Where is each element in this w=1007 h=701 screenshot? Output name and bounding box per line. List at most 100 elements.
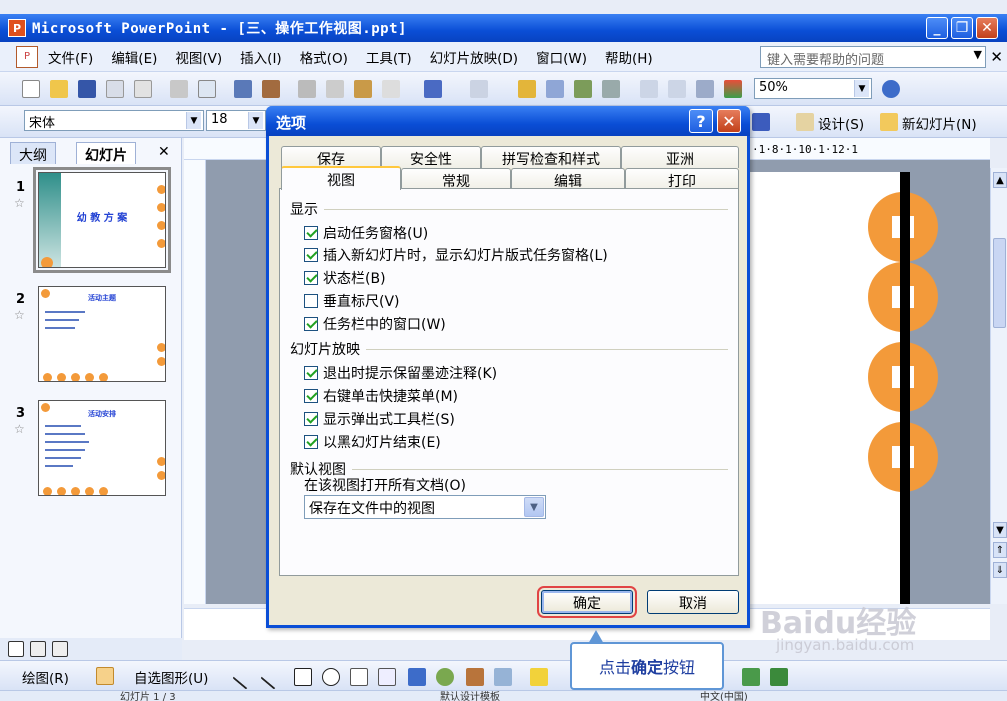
arrow-icon[interactable] xyxy=(260,664,286,690)
chevron-down-icon[interactable]: ▼ xyxy=(186,112,201,129)
option-vertical-ruler[interactable]: 垂直标尺(V) xyxy=(304,291,400,311)
redo-icon[interactable] xyxy=(470,80,488,98)
undo-icon[interactable] xyxy=(424,80,442,98)
chevron-down-icon[interactable]: ▼ xyxy=(524,497,544,517)
new-file-icon[interactable] xyxy=(22,80,40,98)
copy-icon[interactable] xyxy=(326,80,344,98)
insert-hyperlink-icon[interactable] xyxy=(602,80,620,98)
design-button[interactable]: 设计(S) xyxy=(818,113,864,133)
tab-asian[interactable]: 亚洲 xyxy=(621,146,739,168)
close-document-icon[interactable]: ✕ xyxy=(990,48,1003,66)
option-right-click-menu[interactable]: 右键单击快捷菜单(M) xyxy=(304,386,458,406)
font-select[interactable]: 宋体 ▼ xyxy=(24,110,204,131)
open-folder-icon[interactable] xyxy=(50,80,68,98)
shadow-style-icon[interactable] xyxy=(742,668,760,686)
select-pointer-icon[interactable] xyxy=(96,667,114,685)
chevron-down-icon[interactable]: ▼ xyxy=(854,80,869,97)
vertical-textbox-icon[interactable] xyxy=(378,668,396,686)
tab-edit[interactable]: 编辑 xyxy=(511,168,625,190)
option-popup-toolbar[interactable]: 显示弹出式工具栏(S) xyxy=(304,409,455,429)
option-startup-task-pane[interactable]: 启动任务窗格(U) xyxy=(304,223,428,243)
insert-table-icon[interactable] xyxy=(546,80,564,98)
dialog-title-bar[interactable]: 选项 xyxy=(266,106,750,136)
vertical-scrollbar[interactable]: ▲ ▼ ⇑ ⇓ xyxy=(990,168,1007,604)
window-title-bar[interactable]: P Microsoft PowerPoint - [三、操作工作视图.ppt] … xyxy=(0,14,1007,42)
scroll-up-icon[interactable]: ▲ xyxy=(993,172,1007,188)
grid-icon[interactable] xyxy=(696,80,714,98)
format-painter-icon[interactable] xyxy=(382,80,400,98)
menu-window[interactable]: 窗口(W) xyxy=(536,47,587,67)
autoshapes-menu-button[interactable]: 自选图形(U) xyxy=(134,667,208,687)
save-icon[interactable] xyxy=(78,80,96,98)
insert-chart-icon[interactable] xyxy=(518,80,536,98)
ok-button[interactable]: 确定 xyxy=(537,586,637,618)
checkbox-checked[interactable] xyxy=(304,412,318,426)
next-slide-icon[interactable]: ⇓ xyxy=(993,562,1007,578)
color-grayscale-icon[interactable] xyxy=(724,80,742,98)
help-search-input[interactable]: 键入需要帮助的问题 ▼ xyxy=(760,46,986,68)
slide-thumbnail-3[interactable]: 活动安排 xyxy=(38,400,166,496)
checkbox-checked[interactable] xyxy=(304,317,318,331)
menu-insert[interactable]: 插入(I) xyxy=(240,47,282,67)
scroll-thumb[interactable] xyxy=(993,238,1006,328)
checkbox-unchecked[interactable] xyxy=(304,294,318,308)
tab-general[interactable]: 常规 xyxy=(401,168,511,190)
cut-icon[interactable] xyxy=(298,80,316,98)
dialog-close-button[interactable]: ✕ xyxy=(717,109,741,133)
slideshow-view-icon[interactable] xyxy=(52,641,68,657)
restore-button[interactable]: ❐ xyxy=(951,17,973,39)
powerpoint-app-icon[interactable]: P xyxy=(8,19,26,37)
email-icon[interactable] xyxy=(134,80,152,98)
scroll-down-icon[interactable]: ▼ xyxy=(993,522,1007,538)
checkbox-checked[interactable] xyxy=(304,366,318,380)
option-slide-layout-task-pane[interactable]: 插入新幻灯片时，显示幻灯片版式任务窗格(L) xyxy=(304,245,608,265)
close-window-button[interactable]: ✕ xyxy=(976,17,998,39)
menu-view[interactable]: 视图(V) xyxy=(175,47,222,67)
menu-tools[interactable]: 工具(T) xyxy=(366,47,412,67)
chevron-down-icon[interactable]: ▼ xyxy=(248,112,263,129)
checkbox-checked[interactable] xyxy=(304,389,318,403)
chevron-down-icon[interactable]: ▼ xyxy=(974,48,982,61)
textbox-icon[interactable] xyxy=(350,668,368,686)
tab-security[interactable]: 安全性 xyxy=(381,146,481,168)
rectangle-icon[interactable] xyxy=(294,668,312,686)
option-status-bar[interactable]: 状态栏(B) xyxy=(304,268,386,288)
slide-thumbnail-1[interactable]: 幼 教 方 案 xyxy=(33,167,171,273)
close-panel-icon[interactable]: ✕ xyxy=(158,144,170,160)
print-icon[interactable] xyxy=(170,80,188,98)
font-size-select[interactable]: 18 ▼ xyxy=(206,110,266,131)
tab-save[interactable]: 保存 xyxy=(281,146,381,168)
menu-edit[interactable]: 编辑(E) xyxy=(111,47,157,67)
slide-thumbnail-2[interactable]: 活动主题 xyxy=(38,286,166,382)
menu-help[interactable]: 帮助(H) xyxy=(605,47,653,67)
permission-icon[interactable] xyxy=(106,80,124,98)
zoom-select[interactable]: 50% ▼ xyxy=(754,78,872,99)
expand-all-icon[interactable] xyxy=(640,80,658,98)
research-icon[interactable] xyxy=(262,80,280,98)
help-icon[interactable] xyxy=(882,80,900,98)
option-windows-in-taskbar[interactable]: 任务栏中的窗口(W) xyxy=(304,314,446,334)
3d-style-icon[interactable] xyxy=(770,668,788,686)
minimize-button[interactable]: _ xyxy=(926,17,948,39)
cancel-button[interactable]: 取消 xyxy=(647,590,739,614)
draw-menu-button[interactable]: 绘图(R) xyxy=(22,667,69,687)
clipart-icon[interactable] xyxy=(466,668,484,686)
diagram-icon[interactable] xyxy=(436,668,454,686)
oval-icon[interactable] xyxy=(322,668,340,686)
menu-format[interactable]: 格式(O) xyxy=(300,47,348,67)
checkbox-checked[interactable] xyxy=(304,248,318,262)
picture-icon[interactable] xyxy=(494,668,512,686)
font-color-icon[interactable] xyxy=(752,113,770,131)
line-icon[interactable] xyxy=(232,664,258,690)
paste-icon[interactable] xyxy=(354,80,372,98)
fill-color-icon[interactable] xyxy=(530,668,548,686)
tab-slides[interactable]: 幻灯片 xyxy=(76,142,136,164)
option-end-with-black-slide[interactable]: 以黑幻灯片结束(E) xyxy=(304,432,441,452)
checkbox-checked[interactable] xyxy=(304,226,318,240)
normal-view-icon[interactable] xyxy=(8,641,24,657)
slide-sorter-icon[interactable] xyxy=(30,641,46,657)
spelling-icon[interactable] xyxy=(234,80,252,98)
print-preview-icon[interactable] xyxy=(198,80,216,98)
dialog-help-button[interactable]: ? xyxy=(689,109,713,133)
show-formatting-icon[interactable] xyxy=(668,80,686,98)
